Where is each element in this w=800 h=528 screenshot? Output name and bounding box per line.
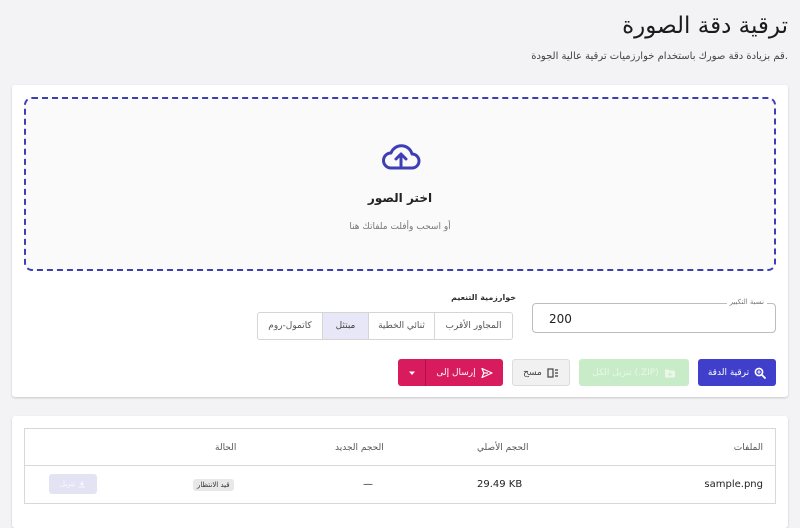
page-title: ترقية دقة الصورة <box>622 13 788 39</box>
upscale-button-label: ترقية الدقة <box>707 367 750 378</box>
download-zip-label: تنزيل الكل (.ZIP) <box>592 367 659 378</box>
cloud-upload-icon <box>382 144 421 170</box>
download-file-label: تنزيل <box>59 480 76 488</box>
files-card: الملفات الحجم الأصلي الحجم الجديد الحالة… <box>12 416 788 528</box>
scale-field[interactable]: نسبة التكبير 200 <box>532 298 776 333</box>
upscale-button[interactable]: ترقية الدقة <box>698 359 776 386</box>
header-file: الملفات <box>733 442 763 453</box>
dropzone-subtitle: أو اسحب وأفلت ملفاتك هنا <box>349 222 451 232</box>
caret-down-icon <box>408 371 415 375</box>
algorithm-selector: المجاور الأقرب ثنائي الخطية مبتثل كاتمول… <box>257 312 513 340</box>
algorithm-label: خوارزمية التنعيم <box>451 293 516 302</box>
zoom-in-icon <box>754 367 767 379</box>
download-file-button[interactable]: تنزيل <box>49 474 97 494</box>
header-status: الحالة <box>215 442 237 453</box>
send-to-label: إرسال إلى <box>436 367 476 378</box>
page-header: ترقية دقة الصورة قم بزيادة دقة صورك باست… <box>12 0 788 62</box>
algorithm-option-bilinear[interactable]: ثنائي الخطية <box>368 313 434 339</box>
send-to-button[interactable]: إرسال إلى <box>426 359 503 386</box>
algorithm-option-bicubic[interactable]: مبتثل <box>322 313 368 339</box>
folder-download-icon <box>664 369 675 377</box>
table-row: sample.png 29.49 KB — قيد الانتظار تنزيل <box>25 466 775 503</box>
original-size: 29.49 KB <box>477 479 523 490</box>
header-original-size: الحجم الأصلي <box>477 442 529 453</box>
new-size: — <box>363 479 373 490</box>
status-cell: قيد الانتظار <box>193 466 234 503</box>
clear-button[interactable]: مسح <box>512 359 570 386</box>
table-header: الملفات الحجم الأصلي الحجم الجديد الحالة <box>25 429 775 466</box>
file-name: sample.png <box>704 479 763 490</box>
send-to-dropdown-button[interactable] <box>398 359 426 386</box>
status-badge: قيد الانتظار <box>193 478 234 491</box>
dropzone-title[interactable]: اختر الصور <box>26 191 774 205</box>
header-new-size: الحجم الجديد <box>335 442 384 453</box>
download-zip-button[interactable]: تنزيل الكل (.ZIP) <box>579 359 689 386</box>
scale-field-label: نسبة التكبير <box>726 298 767 306</box>
clear-button-label: مسح <box>523 367 542 378</box>
algorithm-option-nearest[interactable]: المجاور الأقرب <box>434 313 512 339</box>
download-icon <box>79 481 86 488</box>
clear-list-icon <box>547 367 558 378</box>
algorithm-option-catmull-rom[interactable]: كاتمول-روم <box>258 313 322 339</box>
send-icon <box>481 367 493 378</box>
scale-input[interactable]: 200 <box>549 312 572 326</box>
file-dropzone[interactable]: اختر الصور أو اسحب وأفلت ملفاتك هنا <box>24 97 776 271</box>
upscale-card: اختر الصور أو اسحب وأفلت ملفاتك هنا نسبة… <box>12 85 788 397</box>
page-subtitle: قم بزيادة دقة صورك باستخدام خوارزميات تر… <box>531 51 788 62</box>
files-table: الملفات الحجم الأصلي الحجم الجديد الحالة… <box>24 428 776 504</box>
